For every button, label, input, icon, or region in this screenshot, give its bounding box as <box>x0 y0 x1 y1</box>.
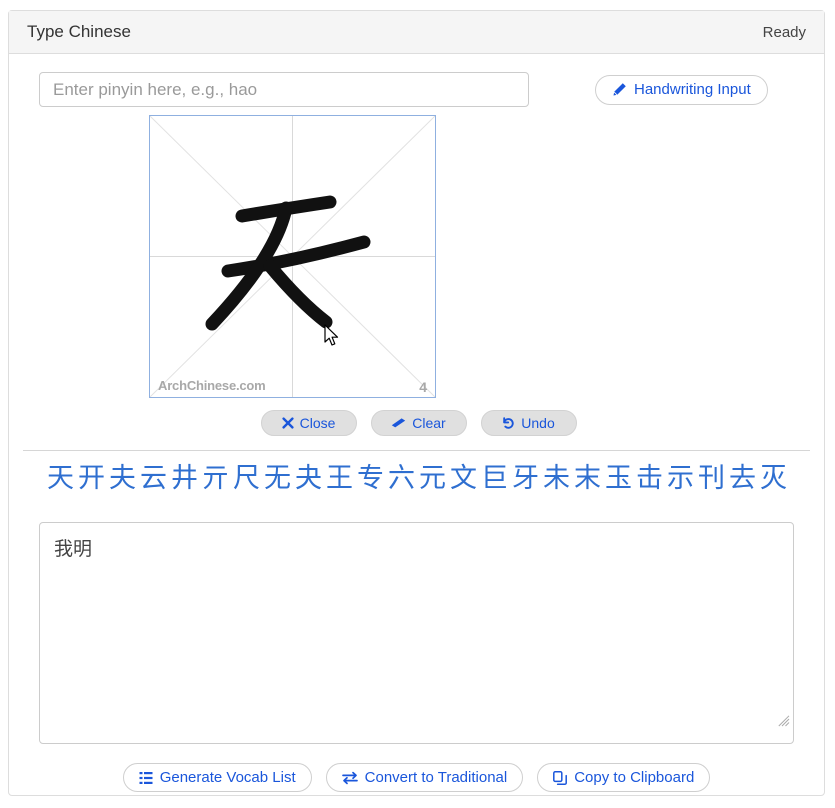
copy-icon <box>553 771 567 785</box>
candidate-item[interactable]: 天 <box>45 461 76 496</box>
pinyin-row: Handwriting Input <box>9 54 824 107</box>
candidate-list: 天 开 夫 云 井 亓 尺 无 夬 王 专 六 元 文 巨 牙 未 末 玉 击 … <box>9 451 824 496</box>
pinyin-input[interactable] <box>39 72 529 107</box>
convert-to-traditional-label: Convert to Traditional <box>365 769 508 786</box>
handwriting-canvas[interactable]: ArchChinese.com 4 <box>149 115 436 398</box>
pencil-icon <box>612 82 627 97</box>
candidate-item[interactable]: 灭 <box>758 461 789 496</box>
canvas-controls: Close Clear Undo <box>9 410 824 436</box>
canvas-watermark: ArchChinese.com <box>158 378 266 393</box>
candidate-item[interactable]: 亓 <box>200 461 231 496</box>
candidate-item[interactable]: 无 <box>262 461 293 496</box>
undo-button-label: Undo <box>521 415 554 431</box>
panel-header: Type Chinese Ready <box>9 11 824 54</box>
close-icon <box>282 417 294 429</box>
page-title: Type Chinese <box>27 22 131 42</box>
close-button[interactable]: Close <box>261 410 357 436</box>
bottom-toolbar: Generate Vocab List Convert to Tradition… <box>9 763 824 792</box>
candidate-item[interactable]: 末 <box>572 461 603 496</box>
convert-to-traditional-button[interactable]: Convert to Traditional <box>326 763 524 792</box>
candidate-item[interactable]: 玉 <box>603 461 634 496</box>
clear-button-label: Clear <box>412 415 445 431</box>
copy-to-clipboard-label: Copy to Clipboard <box>574 769 694 786</box>
candidate-item[interactable]: 未 <box>541 461 572 496</box>
candidate-item[interactable]: 击 <box>634 461 665 496</box>
candidate-item[interactable]: 王 <box>324 461 355 496</box>
type-chinese-panel: Type Chinese Ready Handwriting Input <box>8 10 825 796</box>
swap-arrows-icon <box>342 771 358 785</box>
handwriting-input-label: Handwriting Input <box>634 81 751 98</box>
candidate-item[interactable]: 尺 <box>231 461 262 496</box>
editor-area <box>9 496 824 749</box>
close-button-label: Close <box>300 415 336 431</box>
eraser-icon <box>391 417 406 429</box>
candidate-item[interactable]: 刊 <box>696 461 727 496</box>
candidate-item[interactable]: 夬 <box>293 461 324 496</box>
candidate-item[interactable]: 文 <box>448 461 479 496</box>
undo-icon <box>502 417 515 430</box>
candidate-item[interactable]: 开 <box>76 461 107 496</box>
status-badge: Ready <box>763 24 806 41</box>
candidate-item[interactable]: 井 <box>169 461 200 496</box>
candidate-item[interactable]: 夫 <box>107 461 138 496</box>
generate-vocab-list-label: Generate Vocab List <box>160 769 296 786</box>
candidate-item[interactable]: 六 <box>386 461 417 496</box>
undo-button[interactable]: Undo <box>481 410 577 436</box>
candidate-item[interactable]: 巨 <box>479 461 510 496</box>
candidate-item[interactable]: 去 <box>727 461 758 496</box>
candidate-item[interactable]: 专 <box>355 461 386 496</box>
candidate-item[interactable]: 示 <box>665 461 696 496</box>
stroke-count: 4 <box>419 379 427 395</box>
generate-vocab-list-button[interactable]: Generate Vocab List <box>123 763 312 792</box>
candidate-item[interactable]: 元 <box>417 461 448 496</box>
candidate-item[interactable]: 云 <box>138 461 169 496</box>
panel-body: Handwriting Input ArchChinese.com 4 <box>9 54 824 792</box>
text-editor[interactable] <box>39 522 794 744</box>
handwriting-input-button[interactable]: Handwriting Input <box>595 75 768 105</box>
clear-button[interactable]: Clear <box>371 410 467 436</box>
candidate-item[interactable]: 牙 <box>510 461 541 496</box>
list-icon <box>139 771 153 785</box>
copy-to-clipboard-button[interactable]: Copy to Clipboard <box>537 763 710 792</box>
